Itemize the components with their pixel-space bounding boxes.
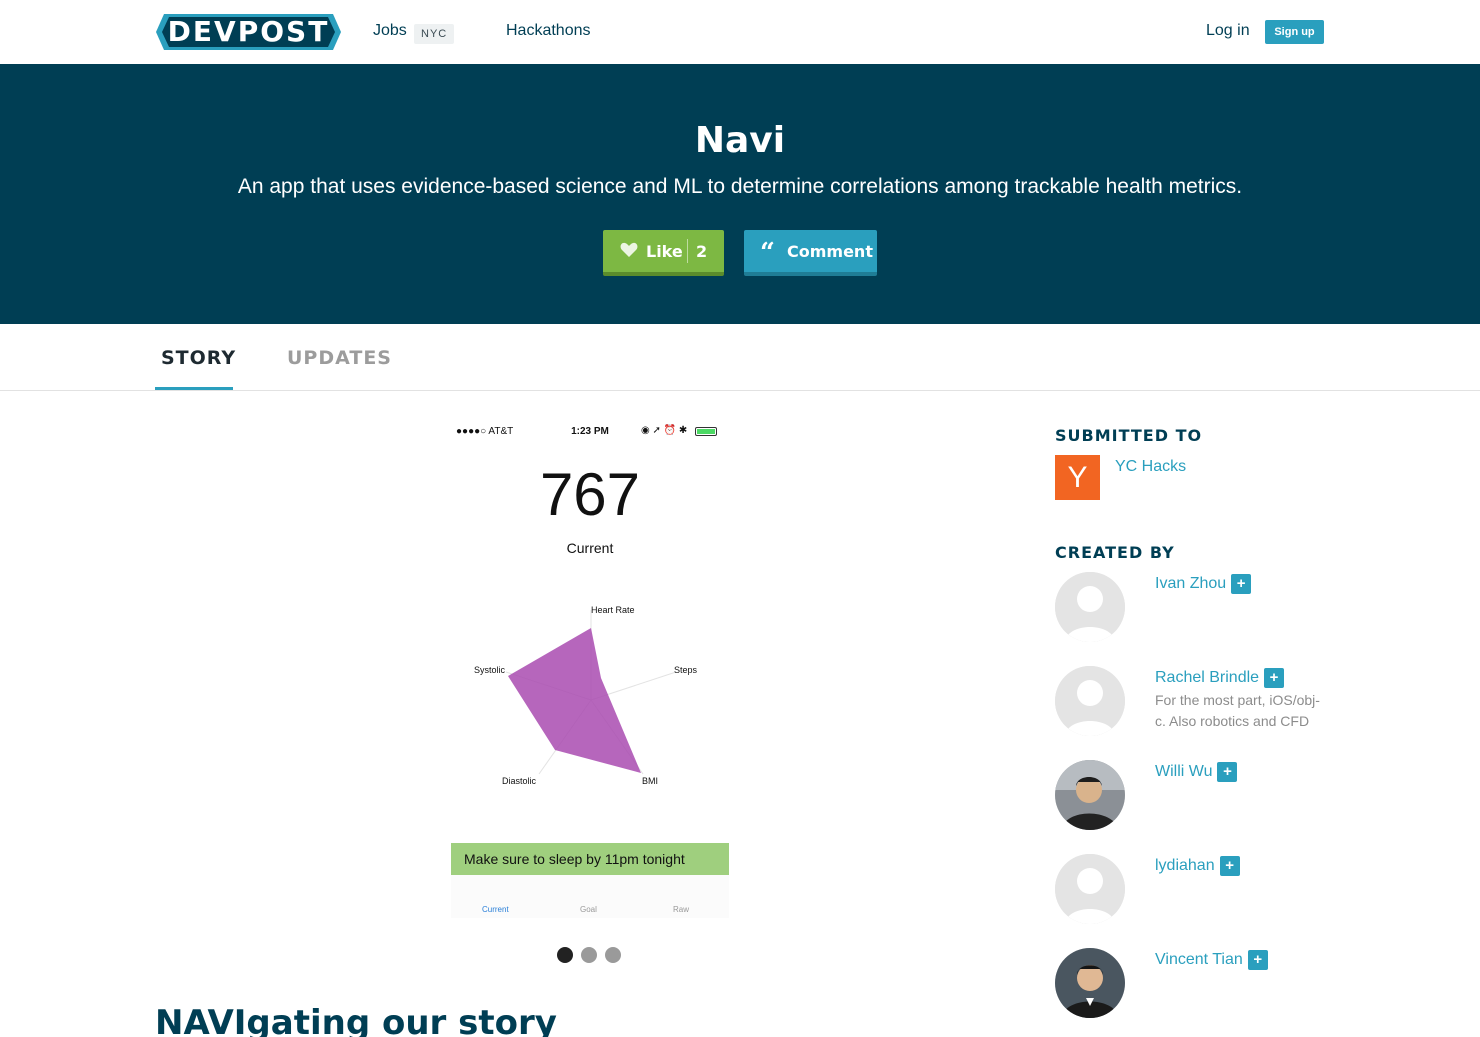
phone-tab-bar: Current Goal Raw	[451, 875, 729, 918]
yc-hacks-logo[interactable]: Y	[1055, 455, 1100, 500]
project-title: Navi	[694, 120, 786, 161]
member-bio: For the most part, iOS/obj-c. Also robot…	[1155, 692, 1320, 729]
phone-tab-goal: Goal	[580, 905, 597, 914]
battery-icon	[695, 427, 717, 436]
radar-area	[508, 628, 641, 773]
default-avatar-icon	[1055, 572, 1125, 642]
user-photo-avatar	[1055, 760, 1125, 830]
follow-button[interactable]: +	[1217, 762, 1238, 782]
avatar[interactable]	[1055, 760, 1125, 830]
default-avatar-icon	[1055, 854, 1125, 924]
member-name-link[interactable]: Rachel Brindle +	[1155, 668, 1285, 688]
member-name[interactable]: Vincent Tian	[1155, 951, 1243, 968]
avatar[interactable]	[1055, 948, 1125, 1018]
follow-button[interactable]: +	[1219, 856, 1240, 876]
gallery-dot[interactable]	[557, 947, 573, 963]
member-name[interactable]: Rachel Brindle	[1155, 669, 1259, 686]
signup-button[interactable]: Sign up	[1265, 20, 1324, 44]
follow-button[interactable]: +	[1264, 668, 1285, 688]
gallery-dot[interactable]	[581, 947, 597, 963]
like-divider	[687, 239, 688, 263]
comment-button[interactable]: “ Comment	[744, 230, 877, 276]
comment-label: Comment	[787, 242, 873, 261]
gallery-dot[interactable]	[605, 947, 621, 963]
radar-label-heart-rate: Heart Rate	[591, 605, 635, 615]
radar-label-diastolic: Diastolic	[502, 776, 537, 786]
submitted-to-heading: SUBMITTED TO	[1055, 426, 1203, 445]
follow-button[interactable]: +	[1247, 950, 1268, 970]
devpost-logo[interactable]: DEVPOST	[156, 14, 341, 50]
logo-text: DEVPOST	[167, 15, 330, 48]
status-icons: ◉ ➚ ⏰ ✱	[641, 425, 688, 436]
story-heading: NAVIgating our story	[155, 1003, 557, 1037]
tip-banner: Make sure to sleep by 11pm tonight	[451, 843, 729, 875]
active-tab-indicator	[155, 387, 233, 390]
gallery-image[interactable]: ●●●●○ AT&T 1:23 PM ◉ ➚ ⏰ ✱ 767 Current H…	[451, 418, 729, 918]
phone-status-bar: ●●●●○ AT&T 1:23 PM ◉ ➚ ⏰ ✱	[451, 424, 729, 440]
health-score-label: Current	[566, 540, 614, 556]
member-name[interactable]: Willi Wu	[1155, 763, 1212, 780]
member-name-link[interactable]: Ivan Zhou +	[1155, 574, 1252, 594]
created-by-heading: CREATED BY	[1055, 543, 1175, 562]
top-navigation: DEVPOST Jobs NYC Hackathons Log in Sign …	[0, 0, 1480, 64]
like-count: 2	[696, 242, 708, 261]
nav-hackathons-link[interactable]: Hackathons	[506, 22, 591, 40]
tab-updates[interactable]: UPDATES	[287, 347, 392, 369]
member-name-link[interactable]: Willi Wu +	[1155, 762, 1238, 782]
hackathon-link[interactable]: YC Hacks	[1115, 458, 1186, 476]
heart-icon	[620, 242, 638, 257]
member-name-link[interactable]: lydiahan +	[1155, 856, 1240, 876]
project-header: Navi An app that uses evidence-based sci…	[0, 64, 1480, 324]
jobs-location-badge[interactable]: NYC	[414, 24, 455, 44]
user-photo-avatar	[1055, 948, 1125, 1018]
like-label: Like	[646, 242, 683, 261]
member-name[interactable]: lydiahan	[1155, 857, 1215, 874]
project-tagline: An app that uses evidence-based science …	[237, 175, 1243, 198]
member-name-link[interactable]: Vincent Tian +	[1155, 950, 1268, 970]
phone-tab-current: Current	[482, 905, 509, 914]
avatar[interactable]	[1055, 666, 1125, 736]
default-avatar-icon	[1055, 666, 1125, 736]
member-name[interactable]: Ivan Zhou	[1155, 575, 1226, 592]
status-time: 1:23 PM	[571, 426, 609, 437]
avatar[interactable]	[1055, 572, 1125, 642]
radar-label-steps: Steps	[674, 665, 698, 675]
quote-icon: “	[760, 238, 775, 268]
radar-label-systolic: Systolic	[474, 665, 506, 675]
nav-jobs-link[interactable]: Jobs	[373, 22, 407, 40]
radar-chart	[505, 610, 677, 775]
avatar[interactable]	[1055, 854, 1125, 924]
phone-tab-raw: Raw	[673, 905, 690, 914]
follow-button[interactable]: +	[1231, 574, 1252, 594]
login-link[interactable]: Log in	[1206, 22, 1250, 40]
like-button[interactable]: Like 2	[603, 230, 724, 276]
project-tabs: STORY UPDATES	[0, 324, 1480, 391]
tip-text: Make sure to sleep by 11pm tonight	[464, 851, 685, 867]
health-score: 767	[539, 461, 641, 528]
gallery-pagination	[557, 947, 627, 965]
radar-label-bmi: BMI	[642, 776, 659, 786]
tab-story[interactable]: STORY	[161, 347, 236, 369]
